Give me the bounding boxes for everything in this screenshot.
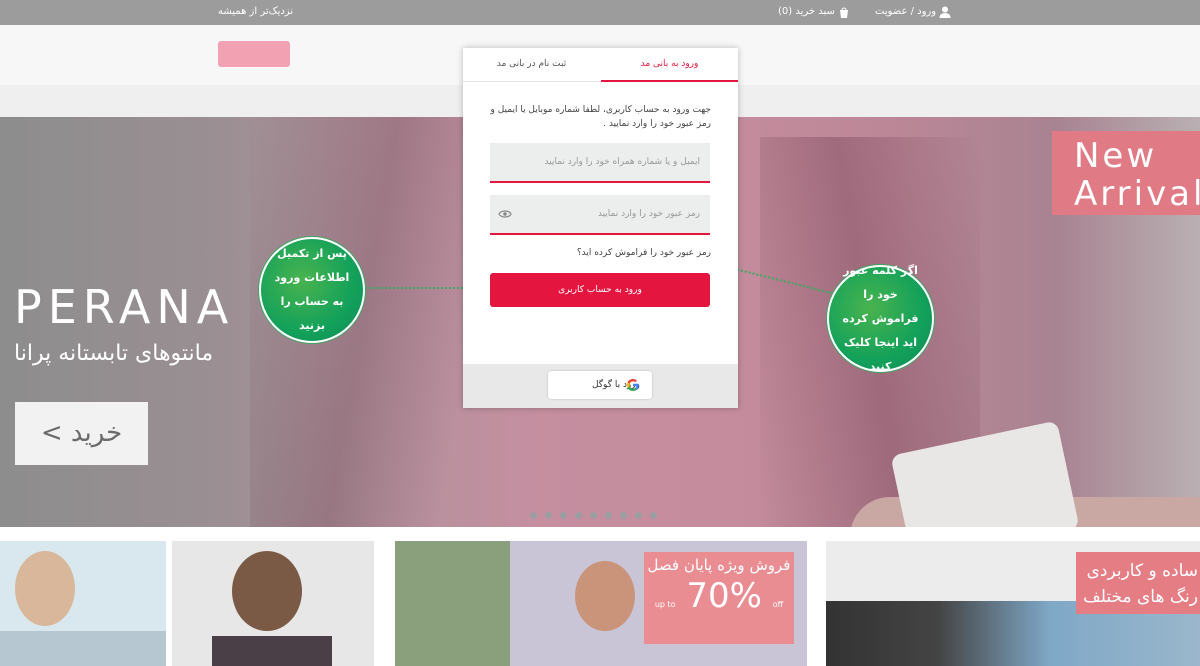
tab-register[interactable]: ثبت نام در بانی مد	[463, 48, 600, 82]
new-arrival-badge: New Arrival	[1052, 131, 1200, 215]
password-field[interactable]: رمز عبور خود را وارد نمایید	[490, 195, 710, 235]
google-login-button[interactable]: ورود با گوگل	[548, 371, 652, 399]
slider-dot[interactable]	[575, 512, 582, 519]
email-field[interactable]: ایمیل و یا شماره همراه خود را وارد نمایی…	[490, 143, 710, 183]
colors-line2: رنگ های مختلف	[1083, 587, 1198, 607]
sale-suffix: off	[772, 600, 784, 609]
promo-tile-women[interactable]	[172, 541, 374, 666]
colors-line1: ساده و کاربردی	[1086, 561, 1198, 581]
model-photo	[575, 561, 635, 631]
sale-title: فروش ویژه پایان فصل	[647, 556, 791, 574]
model-photo	[232, 551, 302, 631]
login-submit-button[interactable]: ورود به حساب کاربری	[490, 273, 710, 307]
slider-dots[interactable]	[530, 504, 665, 523]
tagline: نزدیک‌تر از همیشه	[218, 6, 294, 17]
slider-dot[interactable]	[650, 512, 657, 519]
brand-logo: PERANA	[14, 280, 235, 334]
header-action-button[interactable]	[218, 41, 290, 67]
slider-dot[interactable]	[635, 512, 642, 519]
top-bar: نزدیک‌تر از همیشه سبد خرید (0) ورود / عض…	[0, 0, 1200, 25]
modal-tabs: ورود به بانی مد ثبت نام در بانی مد	[463, 48, 738, 82]
sale-prefix: up to	[654, 600, 676, 609]
slider-dot[interactable]	[545, 512, 552, 519]
password-placeholder: رمز عبور خود را وارد نمایید	[597, 209, 700, 219]
sale-badge: فروش ویژه پایان فصل up to 70% off	[644, 552, 794, 644]
slider-dot[interactable]	[605, 512, 612, 519]
colors-badge: ساده و کاربردی رنگ های مختلف	[1076, 552, 1200, 614]
forgot-password-link[interactable]: رمز عبور خود را فراموش کرده اید؟	[577, 248, 711, 258]
shopping-bag-icon[interactable]	[837, 5, 851, 19]
callout-forgot-text: اگر کلمه عبور خود را فراموش کرده اید این…	[842, 263, 919, 373]
page: نزدیک‌تر از همیشه سبد خرید (0) ورود / عض…	[0, 0, 1200, 666]
callout-submit-hint: پس از تکمیل اطلاعات ورود به حساب را بزنی…	[259, 237, 365, 343]
promo-tile-men[interactable]	[0, 541, 166, 666]
slider-dot[interactable]	[620, 512, 627, 519]
top-photo	[212, 636, 332, 666]
user-icon[interactable]	[938, 5, 952, 19]
eye-icon[interactable]	[498, 209, 512, 219]
slider-dot[interactable]	[530, 512, 537, 519]
login-register-link[interactable]: ورود / عضویت	[875, 6, 936, 17]
callout-submit-text: پس از تکمیل اطلاعات ورود به حساب را بزنی…	[274, 247, 350, 332]
callout-forgot-hint: اگر کلمه عبور خود را فراموش کرده اید این…	[827, 264, 934, 373]
modal-footer: ورود با گوگل	[463, 364, 738, 408]
model-photo	[15, 551, 75, 626]
slider-dot[interactable]	[560, 512, 567, 519]
plant-photo	[395, 541, 510, 666]
shirt-photo	[0, 631, 166, 666]
email-placeholder: ایمیل و یا شماره همراه خود را وارد نمایی…	[544, 157, 700, 167]
sale-value: 70%	[686, 576, 762, 616]
new-arrival-line2: Arrival	[1074, 174, 1200, 214]
cart-link[interactable]: سبد خرید (0)	[778, 6, 835, 17]
login-intro: جهت ورود به حساب کاربری، لطفا شماره موبا…	[490, 105, 711, 129]
hero-subtitle: مانتوهای تابستانه پرانا	[14, 341, 214, 366]
login-modal: ورود به بانی مد ثبت نام در بانی مد جهت و…	[463, 48, 738, 408]
slider-dot[interactable]	[590, 512, 597, 519]
new-arrival-line1: New	[1074, 136, 1158, 176]
tab-login[interactable]: ورود به بانی مد	[601, 48, 738, 82]
buy-button[interactable]: خرید >	[15, 402, 148, 465]
google-icon	[627, 379, 639, 391]
